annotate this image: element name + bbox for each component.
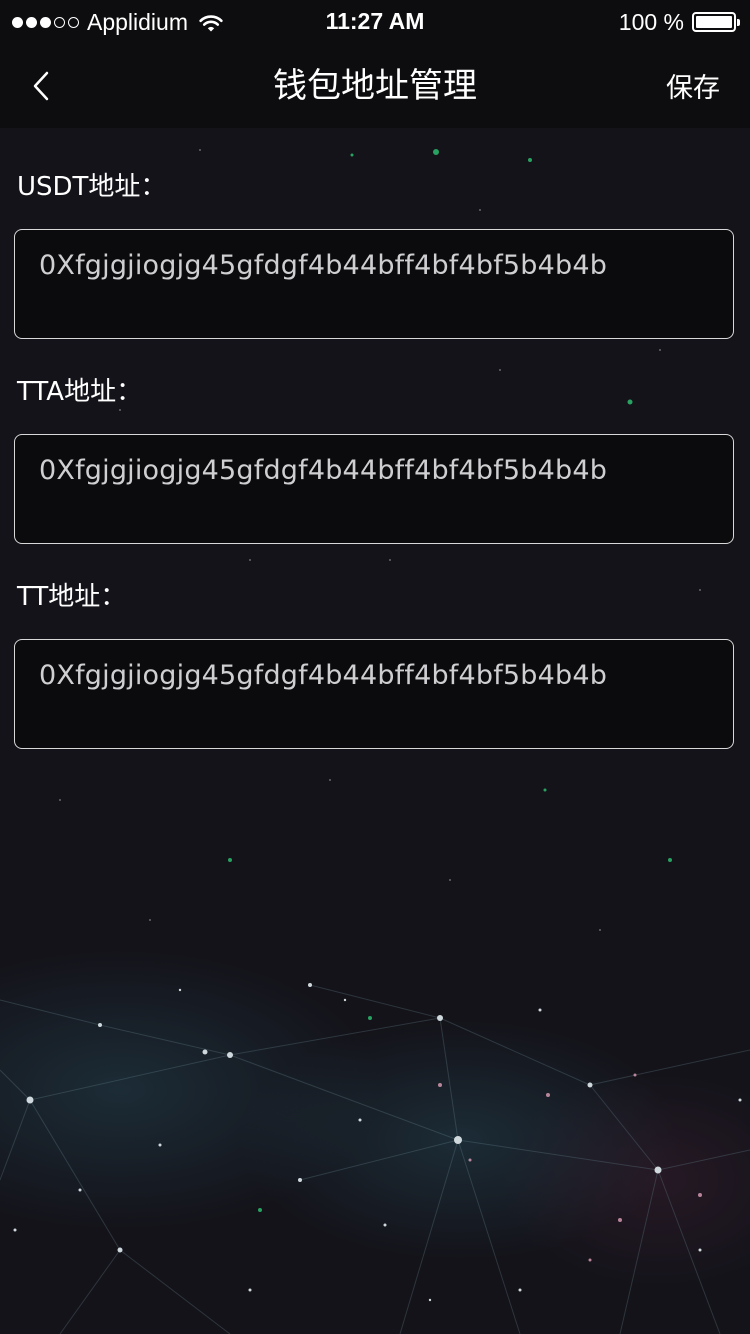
battery-icon	[692, 12, 740, 32]
usdt-address-value: 0Xfgjgjiogjg45gfdgf4b44bff4bf4bf5b4b4b	[39, 250, 608, 281]
save-button[interactable]: 保存	[666, 72, 720, 106]
tt-address-label: TT地址：	[17, 582, 127, 612]
usdt-address-field[interactable]: 0Xfgjgjiogjg45gfdgf4b44bff4bf4bf5b4b4b	[14, 229, 734, 339]
status-bar-right: 100 %	[618, 8, 740, 36]
tta-address-label: TTA地址：	[17, 377, 143, 407]
tt-address-value: 0Xfgjgjiogjg45gfdgf4b44bff4bf4bf5b4b4b	[39, 660, 608, 691]
tta-address-field[interactable]: 0Xfgjgjiogjg45gfdgf4b44bff4bf4bf5b4b4b	[14, 434, 734, 544]
tt-address-field[interactable]: 0Xfgjgjiogjg45gfdgf4b44bff4bf4bf5b4b4b	[14, 639, 734, 749]
battery-percentage: 100 %	[618, 8, 684, 35]
page-title: 钱包地址管理	[273, 66, 477, 106]
battery-level-fill	[696, 16, 732, 28]
usdt-address-label: USDT地址：	[17, 172, 167, 202]
tta-address-value: 0Xfgjgjiogjg45gfdgf4b44bff4bf4bf5b4b4b	[39, 455, 608, 486]
status-bar: Applidium 11:27 AM 100 %	[0, 0, 750, 44]
battery-cap	[737, 19, 740, 26]
navigation-bar: 钱包地址管理 保存	[0, 44, 750, 128]
